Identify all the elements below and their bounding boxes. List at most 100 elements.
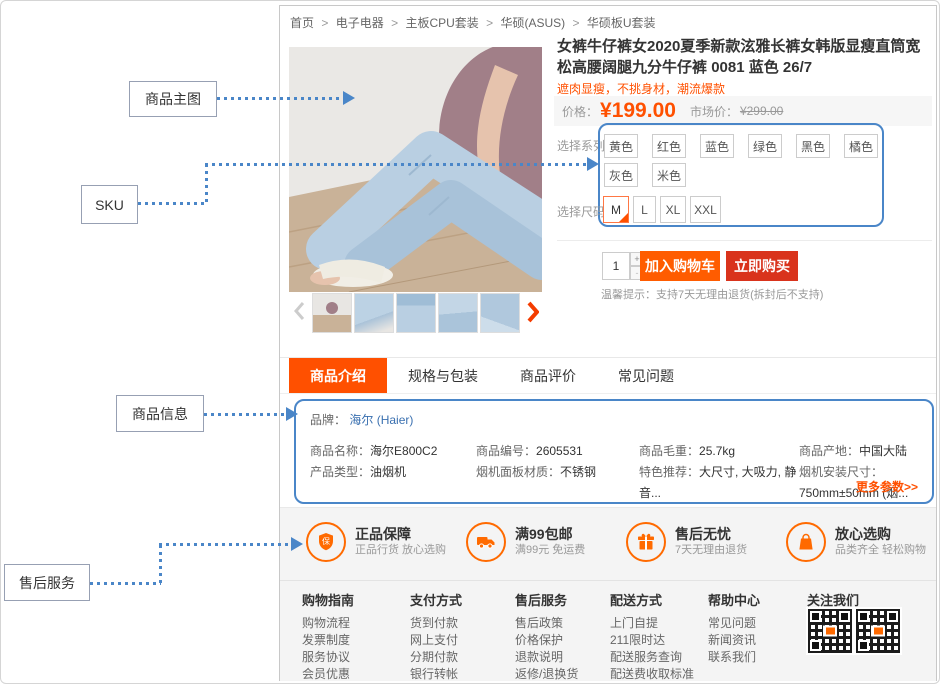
footer-link[interactable]: 配送费收取标准 <box>610 666 694 683</box>
gift-box-icon <box>626 522 666 562</box>
thumbnail[interactable] <box>354 293 394 333</box>
footer-link[interactable]: 网上支付 <box>410 632 462 649</box>
product-title: 女裤牛仔裤女2020夏季新款泫雅长裤女韩版显瘦直筒宽松高腰阔腿九分牛仔裤 008… <box>557 36 935 78</box>
service-item-free-shipping: 满99包邮 满99元 免运费 <box>466 522 585 562</box>
footer-link[interactable]: 服务协议 <box>302 649 354 666</box>
service-title: 正品保障 <box>355 526 446 543</box>
attribute-key: 商品毛重： <box>639 444 699 458</box>
attribute-key: 烟机面板材质： <box>476 465 560 479</box>
annotation-label-main-image: 商品主图 <box>129 81 217 117</box>
footer-link[interactable]: 211限时达 <box>610 632 694 649</box>
price-bar: 价格： ¥199.00 市场价： ¥299.00 <box>554 96 932 126</box>
annotation-line <box>204 413 286 416</box>
footer-link[interactable]: 返修/退换货 <box>515 666 578 683</box>
quantity-input[interactable] <box>602 252 630 280</box>
attribute-key: 商品产地： <box>799 444 859 458</box>
market-price-value: ¥299.00 <box>740 104 783 118</box>
annotation-arrow-icon <box>291 537 303 551</box>
footer-column-after-sale: 售后服务 售后政策 价格保护 退款说明 返修/退换货 取消订单 <box>515 590 578 684</box>
attribute-value: 不锈钢 <box>560 465 596 479</box>
breadcrumb-item[interactable]: 主板CPU套装 <box>405 16 478 30</box>
annotation-line <box>159 545 162 584</box>
shopping-bag-icon <box>786 522 826 562</box>
series-option[interactable]: 红色 <box>652 134 686 158</box>
footer-link[interactable]: 会员优惠 <box>302 666 354 683</box>
size-option[interactable]: XXL <box>690 196 721 223</box>
model-photo-illustration <box>289 47 542 292</box>
tab-spec-package[interactable]: 规格与包装 <box>387 358 499 393</box>
footer-link[interactable]: 购物流程 <box>302 615 354 632</box>
series-option[interactable]: 橘色 <box>844 134 878 158</box>
footer-link[interactable]: 价格保护 <box>515 632 578 649</box>
series-option[interactable]: 黄色 <box>604 134 638 158</box>
footer-link[interactable]: 退款说明 <box>515 649 578 666</box>
footer-column-title: 售后服务 <box>515 590 578 609</box>
thumbnail[interactable] <box>480 293 520 333</box>
tab-product-intro[interactable]: 商品介绍 <box>289 358 387 393</box>
service-item-authentic: 保 正品保障 正品行货 放心选购 <box>306 522 446 562</box>
service-desc: 品类齐全 轻松购物 <box>835 543 926 558</box>
series-option[interactable]: 蓝色 <box>700 134 734 158</box>
footer-link[interactable]: 分期付款 <box>410 649 462 666</box>
breadcrumb-item[interactable]: 首页 <box>290 16 314 30</box>
add-to-cart-button[interactable]: 加入购物车 <box>640 251 720 281</box>
footer-column-title: 支付方式 <box>410 590 462 609</box>
size-option[interactable]: XL <box>660 196 686 223</box>
buy-now-button[interactable]: 立即购买 <box>726 251 798 281</box>
size-option-selected[interactable]: M <box>603 196 629 223</box>
attribute-cell: 商品编号：2605531 <box>476 441 639 462</box>
footer-link[interactable]: 新闻资讯 <box>708 632 760 649</box>
tab-faq[interactable]: 常见问题 <box>597 358 695 393</box>
series-option[interactable]: 绿色 <box>748 134 782 158</box>
product-page-panel: 首页 > 电子电器 > 主板CPU套装 > 华硕(ASUS) > 华硕板U套装 <box>279 5 937 681</box>
annotation-arrow-icon <box>286 407 298 421</box>
breadcrumb-item[interactable]: 华硕(ASUS) <box>500 16 565 30</box>
promo-text: 遮肉显瘦，不挑身材，潮流爆款 <box>557 80 725 97</box>
thumbnail[interactable] <box>312 293 352 333</box>
breadcrumb-separator: > <box>573 16 580 30</box>
annotation-label-sku: SKU <box>81 185 138 224</box>
more-params-link[interactable]: 更多参数>> <box>856 478 918 495</box>
footer-link[interactable]: 配送服务查询 <box>610 649 694 666</box>
footer-link[interactable]: 货到付款 <box>410 615 462 632</box>
thumbnail[interactable] <box>396 293 436 333</box>
footer-link[interactable]: 联系我们 <box>708 649 760 666</box>
footer-link[interactable]: 售后政策 <box>515 615 578 632</box>
attribute-value: 油烟机 <box>370 465 406 479</box>
tab-reviews[interactable]: 商品评价 <box>499 358 597 393</box>
breadcrumb-item[interactable]: 电子电器 <box>336 16 384 30</box>
attribute-cell: 特色推荐：大尺寸, 大吸力, 静音... <box>639 462 799 504</box>
breadcrumb-separator: > <box>391 16 398 30</box>
footer-column-title: 配送方式 <box>610 590 694 609</box>
attribute-key: 商品编号： <box>476 444 536 458</box>
product-main-image[interactable] <box>289 47 542 292</box>
footer-column-title: 帮助中心 <box>708 590 760 609</box>
service-item-easy-shopping: 放心选购 品类齐全 轻松购物 <box>786 522 926 562</box>
series-option[interactable]: 米色 <box>652 163 686 187</box>
annotation-label-product-info: 商品信息 <box>116 395 204 432</box>
thumbnail-prev-icon[interactable] <box>293 301 305 326</box>
service-desc: 满99元 免运费 <box>515 543 585 558</box>
footer-link[interactable]: 银行转帐 <box>410 666 462 683</box>
series-option[interactable]: 黑色 <box>796 134 830 158</box>
footer-link[interactable]: 上门自提 <box>610 615 694 632</box>
attribute-value: 中国大陆 <box>859 444 907 458</box>
annotation-line <box>90 582 161 585</box>
footer-column-payment: 支付方式 货到付款 网上支付 分期付款 银行转帐 <box>410 590 462 683</box>
breadcrumb-item[interactable]: 华硕板U套装 <box>587 16 656 30</box>
attribute-key: 特色推荐： <box>639 465 699 479</box>
product-title-line2: 0081 蓝色 26/7 <box>711 59 812 76</box>
thumbnail-next-icon[interactable] <box>526 301 539 328</box>
brand-link[interactable]: 海尔 (Haier) <box>349 413 413 427</box>
series-option[interactable]: 灰色 <box>604 163 638 187</box>
annotation-line <box>217 97 343 100</box>
annotated-product-page: 商品主图 SKU 商品信息 售后服务 首页 > 电子电器 > 主板CPU套装 >… <box>0 0 940 684</box>
size-option[interactable]: L <box>633 196 656 223</box>
attribute-cell: 烟机面板材质：不锈钢 <box>476 462 639 504</box>
footer-column-help-center: 帮助中心 常见问题 新闻资讯 联系我们 <box>708 590 760 666</box>
annotation-label-after-sale: 售后服务 <box>4 564 90 601</box>
thumbnail[interactable] <box>438 293 478 333</box>
qr-code <box>808 609 852 653</box>
footer-link[interactable]: 常见问题 <box>708 615 760 632</box>
footer-link[interactable]: 发票制度 <box>302 632 354 649</box>
